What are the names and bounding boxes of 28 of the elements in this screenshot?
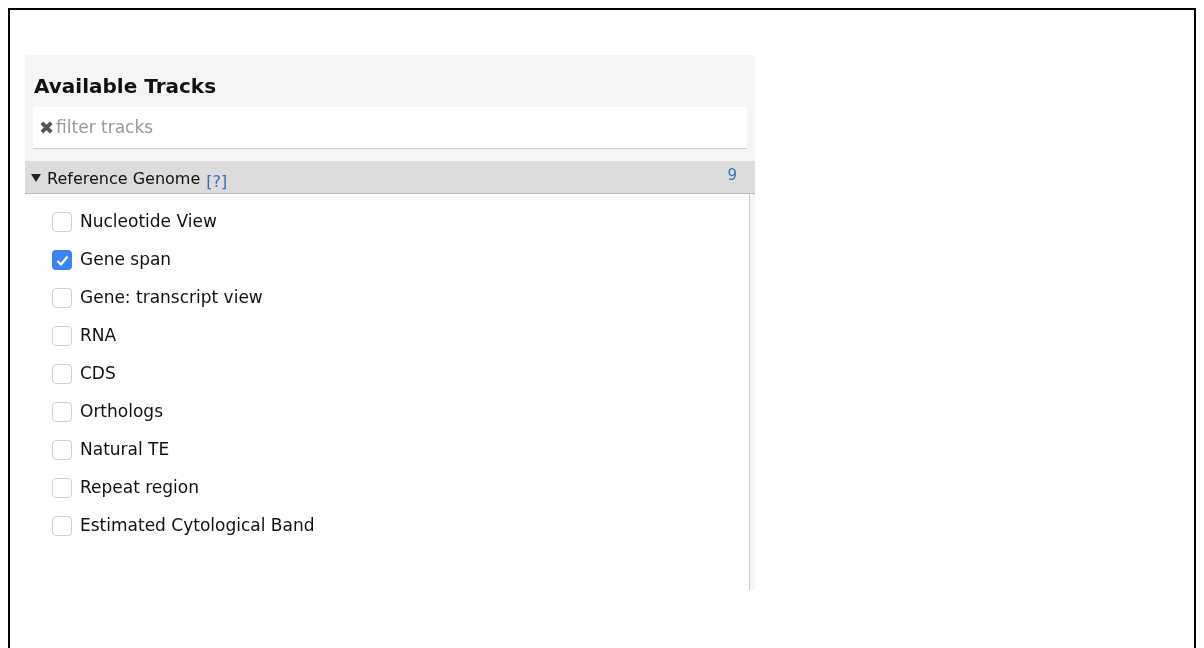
category-header[interactable]: Reference Genome [?] 9 <box>25 161 755 194</box>
track-label[interactable]: CDS <box>80 361 116 387</box>
track-checkbox[interactable] <box>52 440 72 460</box>
checkmark-icon <box>55 254 69 266</box>
track-checkbox[interactable] <box>52 326 72 346</box>
track-checkbox[interactable] <box>52 478 72 498</box>
track-checkbox[interactable] <box>52 364 72 384</box>
category-name: Reference Genome <box>47 168 201 190</box>
filter-field[interactable]: ✖filter tracks <box>33 107 747 149</box>
track-count: 9 <box>727 165 737 186</box>
track-label[interactable]: Nucleotide View <box>80 209 217 235</box>
track-label[interactable]: Natural TE <box>80 437 170 463</box>
track-label[interactable]: Gene: transcript view <box>80 285 263 311</box>
clear-icon[interactable]: ✖ <box>39 118 55 137</box>
track-label[interactable]: Orthologs <box>80 399 163 425</box>
track-label[interactable]: Estimated Cytological Band <box>80 513 315 539</box>
track-label[interactable]: Gene span <box>80 247 172 273</box>
track-label[interactable]: Repeat region <box>80 475 199 501</box>
filter-input[interactable]: filter tracks <box>56 114 741 141</box>
help-link[interactable]: [?] <box>206 170 228 194</box>
track-label[interactable]: RNA <box>80 323 117 349</box>
caret-icon[interactable] <box>31 174 41 182</box>
track-checkbox[interactable] <box>52 250 72 270</box>
track-checkbox[interactable] <box>52 212 72 232</box>
panel-title: Available Tracks <box>34 73 218 99</box>
track-checkbox[interactable] <box>52 288 72 308</box>
track-checkbox[interactable] <box>52 516 72 536</box>
track-checkbox[interactable] <box>52 402 72 422</box>
